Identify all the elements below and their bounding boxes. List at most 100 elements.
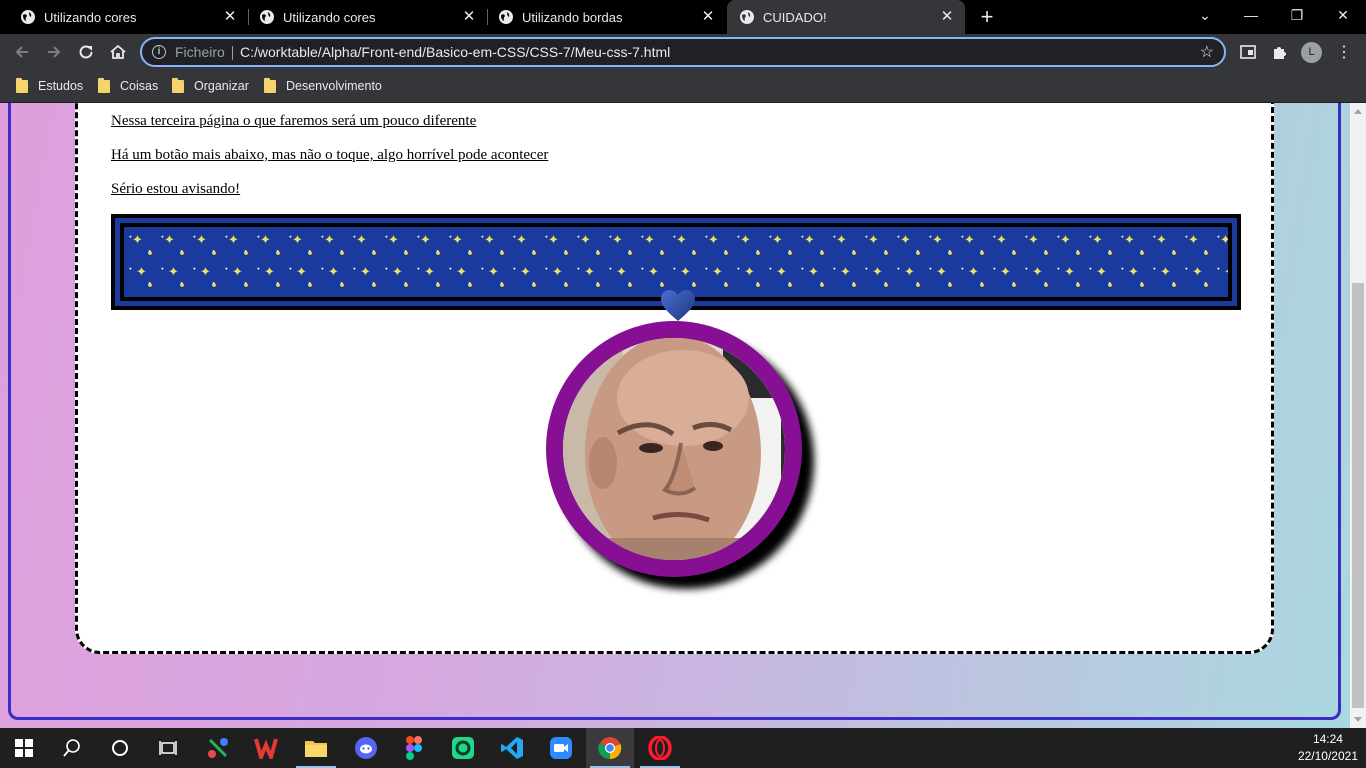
- portrait-button[interactable]: [546, 321, 802, 577]
- search-button[interactable]: [48, 728, 96, 768]
- close-tab-icon[interactable]: ✕: [222, 9, 238, 25]
- url-text[interactable]: C:/worktable/Alpha/Front-end/Basico-em-C…: [240, 44, 670, 60]
- star-sparkle-icon: ✦: [804, 232, 815, 247]
- bookmark-organizar[interactable]: Organizar: [172, 77, 249, 95]
- star-sparkle-icon: ✦: [616, 264, 627, 279]
- restore-button[interactable]: ❐: [1274, 0, 1320, 30]
- clock-date: 22/10/2021: [1297, 749, 1358, 763]
- gitkraken-icon: [208, 738, 228, 758]
- warning-line-3: Sério estou avisando!: [111, 181, 241, 197]
- star-sparkle-icon: ✦: [644, 232, 655, 247]
- star-sparkle-icon: ✦: [872, 264, 883, 279]
- star-sparkle-icon: ✦: [388, 232, 399, 247]
- start-button[interactable]: [0, 728, 48, 768]
- taskbar-app-gitkraken[interactable]: [194, 728, 242, 768]
- arrow-right-icon: [48, 46, 61, 58]
- taskbar-app-vscode[interactable]: [488, 728, 536, 768]
- windows-logo-icon: [15, 739, 33, 757]
- star-sparkle-icon: ✦: [484, 232, 495, 247]
- home-button[interactable]: [106, 40, 130, 64]
- bookmark-label: Organizar: [194, 79, 249, 93]
- arrow-left-icon: [15, 46, 28, 58]
- star-sparkle-icon: ✦: [168, 264, 179, 279]
- taskbar-app-discord[interactable]: [342, 728, 390, 768]
- tab-title: Utilizando cores: [283, 9, 376, 25]
- star-sparkle-icon: ✦: [456, 264, 467, 279]
- star-sparkle-icon: ✦: [584, 264, 595, 279]
- page-viewport: Nessa terceira página o que faremos será…: [0, 103, 1350, 728]
- star-sparkle-icon: ✦: [264, 264, 275, 279]
- star-sparkle-icon: ✦: [936, 264, 947, 279]
- bookmark-label: Coisas: [120, 79, 159, 93]
- close-window-button[interactable]: ✕: [1320, 0, 1366, 30]
- taskbar-app-file-explorer[interactable]: [292, 728, 340, 768]
- scrollbar-thumb[interactable]: [1352, 283, 1364, 708]
- reload-icon: [79, 45, 93, 59]
- star-sparkle-icon: ✦: [808, 264, 819, 279]
- back-button[interactable]: [10, 40, 34, 64]
- close-tab-icon[interactable]: ✕: [939, 9, 955, 25]
- info-icon[interactable]: i: [152, 45, 166, 59]
- tab-strip: Utilizando cores ✕ Utilizando cores ✕ Ut…: [0, 0, 1366, 34]
- star-sparkle-icon: ✦: [228, 232, 239, 247]
- bookmark-estudos[interactable]: Estudos: [16, 77, 83, 95]
- star-sparkle-icon: ✦: [712, 264, 723, 279]
- star-sparkle-icon: ✦: [488, 264, 499, 279]
- close-tab-icon[interactable]: ✕: [700, 9, 716, 25]
- folder-explorer-icon: [305, 741, 327, 757]
- tab-1[interactable]: Utilizando cores ✕: [0, 0, 248, 34]
- task-view-button[interactable]: [144, 728, 192, 768]
- star-sparkle-icon: ✦: [904, 264, 915, 279]
- taskbar-app-chrome[interactable]: [586, 728, 634, 768]
- taskbar-app-wps[interactable]: [242, 728, 290, 768]
- star-sparkle-icon: ✦: [292, 232, 303, 247]
- taskbar-app-zoom[interactable]: [537, 728, 585, 768]
- wps-office-icon: [254, 738, 278, 759]
- file-chip: Ficheiro: [175, 44, 225, 60]
- star-sparkle-icon: ✦: [1192, 264, 1203, 279]
- star-sparkle-icon: ✦: [1028, 232, 1039, 247]
- taskbar-app-figma[interactable]: [390, 728, 438, 768]
- star-sparkle-icon: ✦: [452, 232, 463, 247]
- minimize-button[interactable]: —: [1228, 0, 1274, 30]
- scroll-up-arrow-icon[interactable]: [1354, 109, 1362, 114]
- address-bar[interactable]: i Ficheiro C:/worktable/Alpha/Front-end/…: [140, 37, 1226, 67]
- star-sparkle-icon: ✦: [548, 232, 559, 247]
- close-tab-icon[interactable]: ✕: [461, 9, 477, 25]
- new-tab-button[interactable]: +: [976, 6, 998, 28]
- page-scrollbar[interactable]: [1350, 103, 1366, 728]
- cortana-button[interactable]: [96, 728, 144, 768]
- profile-avatar[interactable]: L: [1301, 42, 1322, 63]
- star-sparkle-icon: ✦: [1032, 264, 1043, 279]
- reload-button[interactable]: [74, 40, 98, 64]
- opera-icon: [648, 736, 672, 760]
- face-image: [563, 338, 785, 560]
- reading-list-icon[interactable]: [1238, 42, 1258, 62]
- bookmark-coisas[interactable]: Coisas: [98, 77, 158, 95]
- star-sparkle-icon: ✦: [296, 264, 307, 279]
- taskbar-app-opera[interactable]: [636, 728, 684, 768]
- task-view-icon: [159, 741, 177, 755]
- bookmark-star-icon[interactable]: ☆: [1200, 42, 1214, 62]
- star-sparkle-icon: ✦: [648, 264, 659, 279]
- globe-icon: [499, 10, 513, 24]
- extensions-puzzle-icon[interactable]: [1270, 42, 1290, 62]
- globe-icon: [740, 10, 754, 24]
- windows-taskbar: 14:24 22/10/2021: [0, 728, 1366, 768]
- star-sparkle-icon: ✦: [744, 264, 755, 279]
- globe-icon: [260, 10, 274, 24]
- scroll-down-arrow-icon[interactable]: [1354, 717, 1362, 722]
- zoom-icon: [550, 737, 572, 759]
- tab-2[interactable]: Utilizando cores ✕: [239, 0, 487, 34]
- star-sparkle-icon: ✦: [200, 264, 211, 279]
- taskbar-app-pycharm-edu[interactable]: [439, 728, 487, 768]
- star-sparkle-icon: ✦: [328, 264, 339, 279]
- tab-3[interactable]: Utilizando bordas ✕: [478, 0, 726, 34]
- tab-4-active[interactable]: CUIDADO! ✕: [727, 0, 965, 34]
- system-clock[interactable]: 14:24 22/10/2021: [1298, 731, 1358, 765]
- bookmark-label: Desenvolvimento: [286, 79, 382, 93]
- menu-kebab-icon[interactable]: ⋮: [1334, 42, 1354, 62]
- forward-button[interactable]: [42, 40, 66, 64]
- tab-search-chevron-icon[interactable]: ⌄: [1182, 0, 1228, 30]
- bookmark-desenvolvimento[interactable]: Desenvolvimento: [264, 77, 382, 95]
